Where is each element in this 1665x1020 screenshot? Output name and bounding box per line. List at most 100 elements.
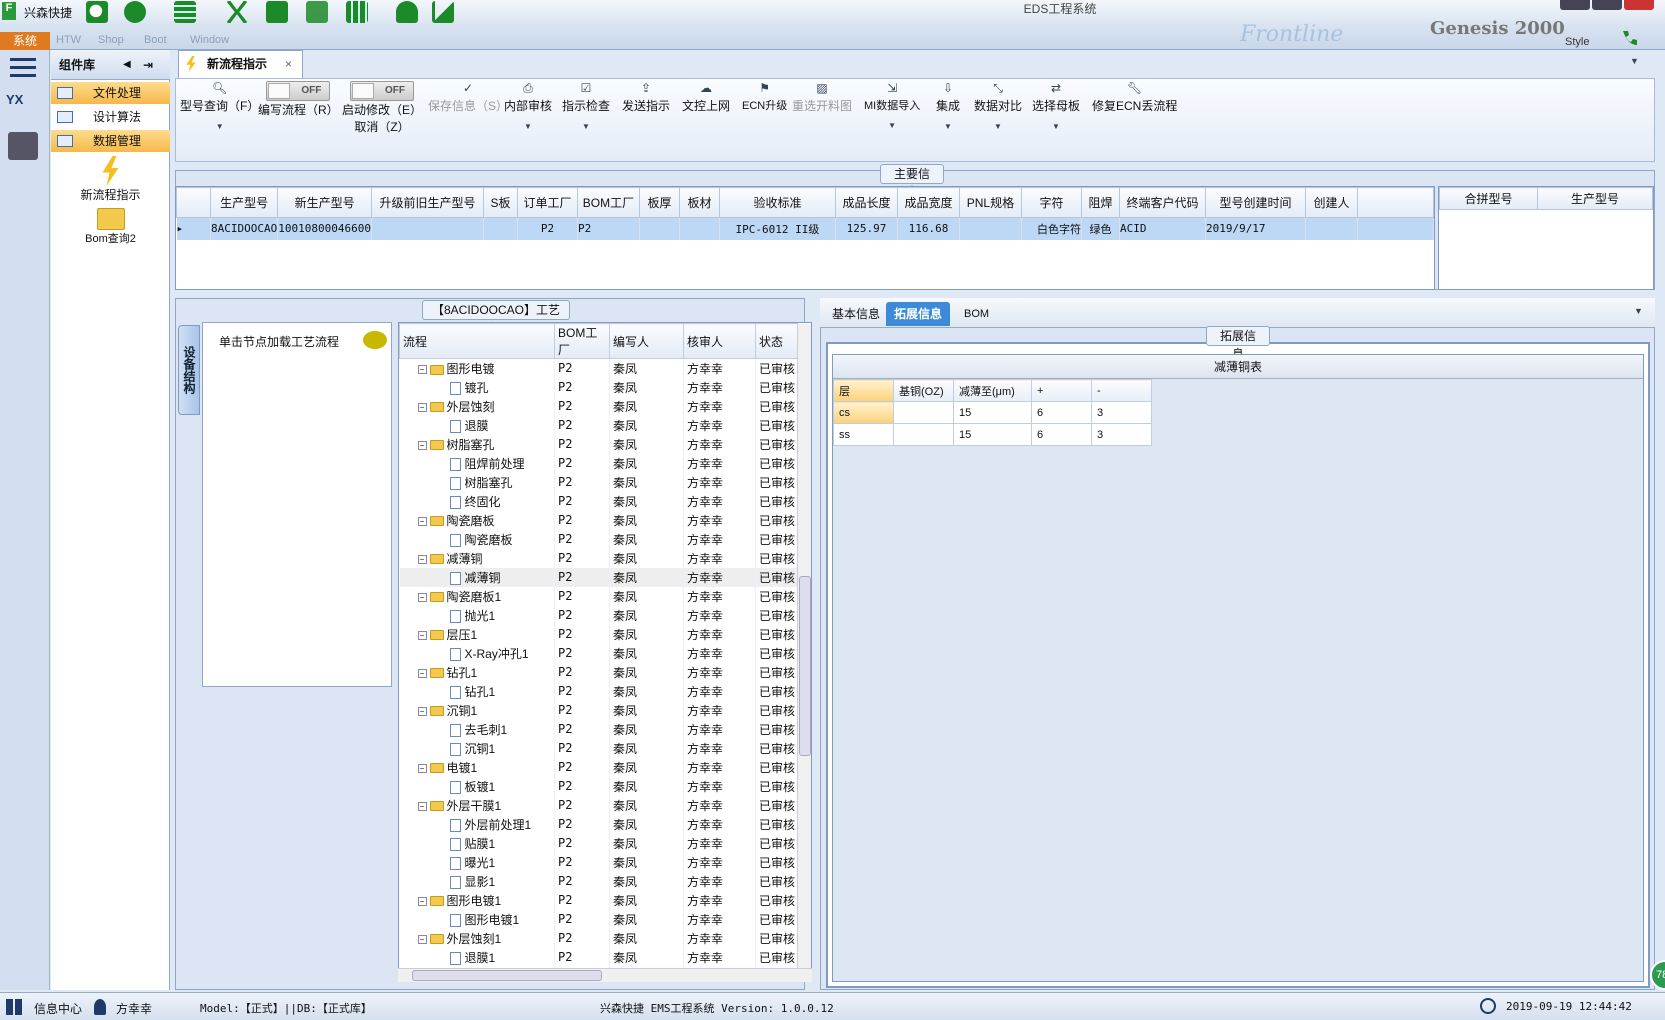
collapse-node-icon[interactable]: −: [417, 706, 427, 716]
process-writer-cell[interactable]: 秦凤: [609, 738, 684, 758]
process-writer-cell[interactable]: 秦凤: [609, 795, 684, 815]
process-bom-cell[interactable]: P2: [554, 890, 610, 910]
process-reviewer-cell[interactable]: 方幸幸: [683, 890, 756, 910]
reselect-drawing-button[interactable]: ▨ 重选开料图: [792, 81, 852, 114]
process-bom-cell[interactable]: P2: [554, 453, 610, 473]
pin-icon[interactable]: ⇥: [143, 50, 153, 80]
col-header[interactable]: 创建人: [1304, 187, 1358, 218]
process-status-cell[interactable]: 已审核: [755, 605, 798, 625]
cell[interactable]: [483, 217, 518, 240]
process-reviewer-cell[interactable]: 方幸幸: [683, 719, 756, 739]
col-header[interactable]: +: [1031, 379, 1092, 402]
process-bom-cell[interactable]: P2: [554, 586, 610, 606]
process-bom-cell[interactable]: P2: [554, 738, 610, 758]
doc-upload-button[interactable]: ☁ 文控上网: [682, 81, 730, 114]
col-header[interactable]: S板: [482, 187, 518, 218]
library-item-data-management[interactable]: 数据管理: [51, 130, 170, 152]
cell[interactable]: P2: [577, 217, 640, 240]
calculator-icon[interactable]: [8, 132, 38, 160]
process-status-cell[interactable]: 已审核: [755, 377, 798, 397]
col-header[interactable]: 生产型号: [1537, 187, 1653, 210]
process-name-cell[interactable]: X-Ray冲孔1: [399, 643, 555, 663]
collapse-node-icon[interactable]: −: [417, 516, 427, 526]
process-status-cell[interactable]: 已审核: [755, 586, 798, 606]
process-writer-cell[interactable]: 秦凤: [609, 377, 684, 397]
cell[interactable]: 3: [1091, 401, 1152, 424]
process-row[interactable]: 显影1 P2 秦凤 方幸幸 已审核: [399, 871, 798, 891]
tab-extended-info[interactable]: 拓展信息: [886, 302, 951, 326]
process-name-cell[interactable]: − 外层蚀刻1: [399, 928, 555, 948]
collapse-node-icon[interactable]: −: [417, 668, 427, 678]
style-menu[interactable]: Style: [1565, 36, 1589, 48]
process-row[interactable]: 镀孔 P2 秦凤 方幸幸 已审核: [399, 377, 798, 397]
collapse-node-icon[interactable]: −: [417, 365, 427, 375]
process-status-cell[interactable]: 已审核: [755, 852, 798, 872]
process-status-cell[interactable]: 已审核: [755, 491, 798, 511]
process-writer-cell[interactable]: 秦凤: [609, 928, 684, 948]
yx-logo-icon[interactable]: YX: [6, 92, 40, 122]
cell[interactable]: 116.68: [897, 217, 960, 240]
new-process-instruction-button[interactable]: 新流程指示: [51, 156, 170, 203]
off-toggle[interactable]: OFF: [350, 81, 414, 101]
process-row[interactable]: 减薄铜 P2 秦凤 方幸幸 已审核: [399, 567, 798, 587]
col-header[interactable]: 验收标准: [718, 187, 836, 218]
user-icon[interactable]: [396, 1, 418, 23]
process-name-cell[interactable]: 减薄铜: [399, 567, 555, 587]
process-status-cell[interactable]: 已审核: [755, 871, 798, 891]
process-row[interactable]: 退膜 P2 秦凤 方幸幸 已审核: [399, 415, 798, 435]
col-header[interactable]: 订单工厂: [516, 187, 578, 218]
process-name-cell[interactable]: − 图形电镀1: [399, 890, 555, 910]
process-status-cell[interactable]: 已审核: [755, 415, 798, 435]
check-instruction-button[interactable]: ☑ 指示检查 ▼: [562, 81, 610, 131]
process-name-cell[interactable]: 退膜: [399, 415, 555, 435]
write-flow-toggle[interactable]: OFF 编写流程（R）: [258, 81, 339, 118]
menu-htw[interactable]: HTW: [56, 34, 81, 46]
process-row[interactable]: − 图形电镀1 P2 秦凤 方幸幸 已审核: [399, 890, 798, 910]
process-row[interactable]: 外层前处理1 P2 秦凤 方幸幸 已审核: [399, 814, 798, 834]
cell[interactable]: 白色字符: [1021, 217, 1082, 240]
cell[interactable]: [959, 217, 1022, 240]
process-row[interactable]: 树脂塞孔 P2 秦凤 方幸幸 已审核: [399, 472, 798, 492]
collapse-arrow-icon[interactable]: ◀: [123, 50, 131, 80]
table-row[interactable]: ▸ 8ACIDOOCAO 10010800046600 P2 P2 IPC-60…: [176, 217, 1435, 240]
col-header[interactable]: 新生产型号: [277, 187, 372, 218]
process-writer-cell[interactable]: 秦凤: [609, 548, 684, 568]
process-status-cell[interactable]: 已审核: [755, 548, 798, 568]
process-bom-cell[interactable]: P2: [554, 624, 610, 644]
cell[interactable]: 6: [1031, 423, 1092, 446]
windows-grid-icon[interactable]: [6, 999, 24, 1015]
process-bom-cell[interactable]: P2: [554, 852, 610, 872]
cell[interactable]: 15: [953, 423, 1032, 446]
process-row[interactable]: 板镀1 P2 秦凤 方幸幸 已审核: [399, 776, 798, 796]
process-reviewer-cell[interactable]: 方幸幸: [683, 624, 756, 644]
tab-basic-info[interactable]: 基本信息: [824, 302, 888, 326]
col-header[interactable]: 合拼型号: [1439, 187, 1538, 210]
col-header[interactable]: 升级前旧生产型号: [370, 187, 484, 218]
process-row[interactable]: 阻焊前处理 P2 秦凤 方幸幸 已审核: [399, 453, 798, 473]
process-bom-cell[interactable]: P2: [554, 415, 610, 435]
menu-window[interactable]: Window: [190, 34, 229, 46]
process-reviewer-cell[interactable]: 方幸幸: [683, 795, 756, 815]
process-reviewer-cell[interactable]: 方幸幸: [683, 548, 756, 568]
process-writer-cell[interactable]: 秦凤: [609, 643, 684, 663]
cell[interactable]: [893, 401, 954, 424]
cell[interactable]: [639, 217, 680, 240]
cell[interactable]: ss: [833, 423, 894, 446]
process-reviewer-cell[interactable]: 方幸幸: [683, 605, 756, 625]
process-status-cell[interactable]: 已审核: [755, 358, 798, 378]
cell[interactable]: 6: [1031, 401, 1092, 424]
process-status-cell[interactable]: 已审核: [755, 643, 798, 663]
process-status-cell[interactable]: 已审核: [755, 453, 798, 473]
process-name-cell[interactable]: 钻孔1: [399, 681, 555, 701]
process-name-cell[interactable]: − 外层蚀刻: [399, 396, 555, 416]
col-header[interactable]: BOM工厂: [576, 187, 640, 218]
process-status-cell[interactable]: 已审核: [755, 814, 798, 834]
menu-boot[interactable]: Boot: [144, 34, 167, 46]
cell[interactable]: cs: [833, 401, 894, 424]
process-reviewer-cell[interactable]: 方幸幸: [683, 833, 756, 853]
mi-import-button[interactable]: ⇲ MI数据导入 ▼: [864, 81, 920, 130]
col-header[interactable]: 基铜(OZ): [893, 379, 954, 402]
process-bom-cell[interactable]: P2: [554, 377, 610, 397]
scroll-thumb[interactable]: [799, 576, 811, 756]
process-name-cell[interactable]: 去毛刺1: [399, 719, 555, 739]
